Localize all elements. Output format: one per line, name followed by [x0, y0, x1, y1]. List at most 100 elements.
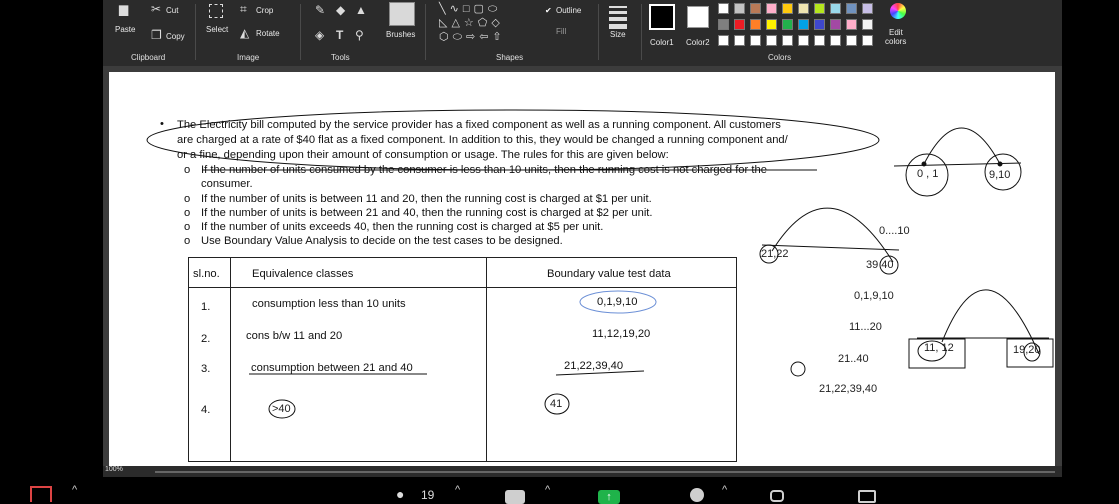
row-1-bv-ellipse [579, 290, 657, 314]
ribbon-divider [425, 4, 426, 60]
palette-swatch[interactable] [814, 19, 825, 30]
empty-custom-swatch[interactable] [718, 35, 729, 46]
empty-custom-swatch[interactable] [766, 35, 777, 46]
palette-swatch[interactable] [830, 19, 841, 30]
select-icon[interactable] [209, 4, 223, 18]
chevron-up-icon[interactable]: ^ [455, 484, 460, 496]
dot-right [997, 161, 1003, 167]
drawing-canvas[interactable]: • The Electricity bill computed by the s… [109, 72, 1055, 468]
box-11-12 [908, 338, 966, 369]
palette-swatch[interactable] [830, 3, 841, 14]
palette-swatch[interactable] [798, 3, 809, 14]
image-group-label: Image [237, 53, 260, 62]
empty-custom-swatch[interactable] [782, 35, 793, 46]
dot-left [921, 161, 927, 167]
empty-custom-swatch[interactable] [814, 35, 825, 46]
rotate-button[interactable]: Rotate [256, 29, 280, 38]
edit-colors-icon[interactable] [890, 3, 906, 19]
paste-icon[interactable]: ▆ [119, 3, 128, 15]
palette-swatch[interactable] [814, 3, 825, 14]
color1-swatch[interactable] [649, 4, 675, 30]
palette-swatch[interactable] [798, 19, 809, 30]
color-palette[interactable] [718, 3, 883, 53]
chevron-up-icon[interactable]: ^ [722, 484, 727, 496]
fill-button[interactable]: Fill [556, 27, 566, 36]
share-screen-icon[interactable]: ↑ [598, 490, 620, 504]
size-lines-icon[interactable] [609, 6, 627, 29]
eraser-icon[interactable]: ◆ [336, 4, 345, 16]
arc-2 [771, 207, 894, 263]
empty-custom-swatch[interactable] [830, 35, 841, 46]
color1-button[interactable]: Color1 [650, 38, 674, 47]
select-button[interactable]: Select [206, 25, 228, 34]
participants-count: 19 [421, 488, 435, 502]
shapes-gallery-row3[interactable]: ⬡⬭⇨⇦⇧ [439, 31, 506, 43]
palette-swatch[interactable] [766, 3, 777, 14]
palette-swatch[interactable] [766, 19, 777, 30]
chevron-up-icon[interactable]: ^ [72, 484, 77, 496]
scissors-icon[interactable]: ✂ [151, 3, 161, 15]
whiteboard-icon[interactable] [858, 490, 876, 503]
pencil-icon[interactable]: ✎ [315, 4, 325, 16]
size-button[interactable]: Size [610, 30, 626, 39]
palette-swatch[interactable] [846, 19, 857, 30]
copy-button[interactable]: Copy [166, 32, 185, 41]
zoom-slider[interactable] [155, 471, 1055, 473]
palette-swatch[interactable] [750, 19, 761, 30]
axis-line-2 [761, 244, 900, 251]
arc-3 [941, 289, 1040, 355]
empty-custom-swatch[interactable] [750, 35, 761, 46]
circle-0-1 [905, 153, 949, 197]
clipboard-group-label: Clipboard [131, 53, 166, 62]
intro-ellipse [146, 109, 880, 171]
text-tool-icon[interactable]: T [336, 29, 343, 41]
mic-muted-icon[interactable] [30, 486, 52, 502]
zoom-level: 100% [105, 466, 123, 473]
color-picker-icon[interactable]: ◈ [315, 29, 324, 41]
shapes-gallery-row1[interactable]: ╲∿□▢⬭ [439, 3, 501, 15]
brushes-icon[interactable] [389, 2, 415, 26]
palette-swatch[interactable] [782, 3, 793, 14]
participants-icon[interactable]: ● [396, 486, 404, 502]
outline-button[interactable]: Outline [556, 6, 581, 15]
palette-swatch[interactable] [846, 3, 857, 14]
edit-colors-label-2[interactable]: colors [885, 37, 906, 46]
brushes-button[interactable]: Brushes [386, 30, 415, 39]
palette-swatch[interactable] [862, 19, 873, 30]
tools-group-label: Tools [331, 53, 350, 62]
palette-swatch[interactable] [734, 19, 745, 30]
apps-icon[interactable] [770, 490, 784, 502]
magnifier-icon[interactable]: ⚲ [355, 29, 364, 41]
reactions-icon[interactable] [690, 488, 704, 502]
empty-custom-swatch[interactable] [798, 35, 809, 46]
palette-swatch[interactable] [718, 3, 729, 14]
palette-swatch[interactable] [782, 19, 793, 30]
row-4-bv-ellipse [544, 393, 570, 415]
ribbon-divider [598, 4, 599, 60]
cut-button[interactable]: Cut [166, 6, 178, 15]
palette-swatch[interactable] [734, 3, 745, 14]
fill-bucket-icon[interactable]: ▲ [355, 4, 367, 16]
arc-1 [923, 127, 1001, 165]
color2-button[interactable]: Color2 [686, 38, 710, 47]
paste-button[interactable]: Paste [115, 25, 135, 34]
chevron-up-icon[interactable]: ^ [545, 484, 550, 496]
empty-custom-swatch[interactable] [862, 35, 873, 46]
palette-swatch[interactable] [750, 3, 761, 14]
crop-button[interactable]: Crop [256, 6, 273, 15]
circle-39-40 [879, 255, 899, 275]
edit-colors-label-1[interactable]: Edit [889, 28, 903, 37]
palette-swatch[interactable] [718, 19, 729, 30]
ink-overlay [146, 109, 1054, 419]
chat-icon[interactable] [505, 490, 525, 504]
ribbon-divider [195, 4, 196, 60]
copy-icon[interactable]: ❐ [151, 29, 162, 41]
crop-icon[interactable]: ⌗ [240, 3, 247, 15]
empty-custom-swatch[interactable] [734, 35, 745, 46]
palette-swatch[interactable] [862, 3, 873, 14]
color2-swatch[interactable] [687, 6, 709, 28]
shapes-gallery-row2[interactable]: ◺△☆⬠◇ [439, 17, 504, 29]
empty-custom-swatch[interactable] [846, 35, 857, 46]
rotate-icon[interactable]: ◭ [240, 27, 249, 39]
outline-checkbox-icon[interactable]: ✔ [545, 6, 552, 15]
